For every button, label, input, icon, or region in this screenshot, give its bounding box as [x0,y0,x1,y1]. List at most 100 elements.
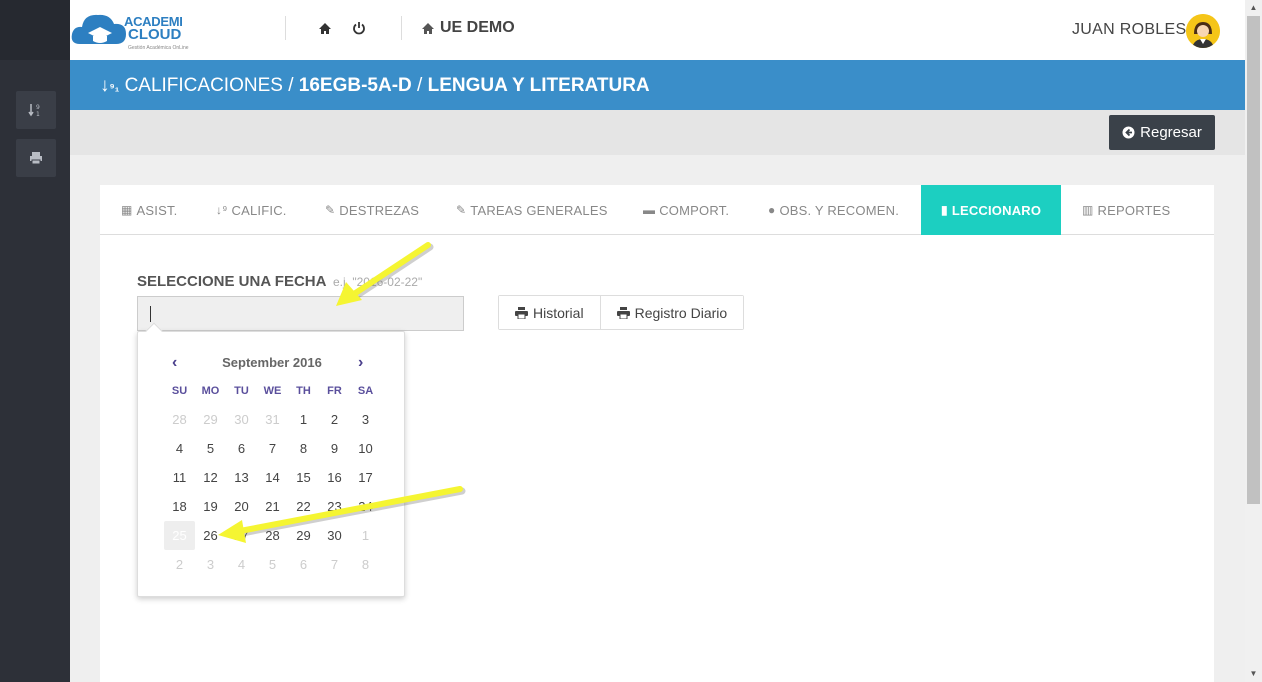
tab-label: TAREAS GENERALES [470,202,608,218]
calendar-day[interactable]: 6 [288,550,319,579]
scroll-up-icon[interactable]: ▲ [1245,0,1262,16]
calendar-day[interactable]: 5 [257,550,288,579]
calendar-day[interactable]: 12 [195,463,226,492]
registro-diario-label: Registro Diario [634,304,728,321]
calendar-day[interactable]: 6 [226,434,257,463]
school-name[interactable]: UE DEMO [440,19,515,37]
page-scrollbar[interactable]: ▲ ▼ [1245,0,1262,682]
action-toolbar: Regresar [70,110,1245,155]
registro-diario-button[interactable]: Registro Diario [599,296,744,329]
tab-bar: ▦ ASIST. ↓⁹ CALIFIC. ✎ DESTREZAS ✎ TAREAS GE… [100,185,1214,235]
tab-label: CALIFIC. [231,202,287,218]
tab-destrezas[interactable]: ✎ DESTREZAS [325,185,419,235]
historial-label: Historial [533,304,584,321]
text-cursor [150,306,151,322]
bar-chart-icon: ▥ [1082,203,1094,217]
sort-numeric-icon[interactable]: 91 [16,91,56,129]
calendar-day[interactable]: 25 [164,521,195,550]
calendar-day[interactable]: 20 [226,492,257,521]
calendar-day[interactable]: 24 [350,492,381,521]
datepicker-popup: ‹ September 2016 › SU MO TU WE TH FR SA 28 29 30 3… [137,322,406,597]
calendar-day[interactable]: 30 [226,405,257,434]
svg-text:9: 9 [36,104,40,111]
brand-logo[interactable]: ACADEMI CLOUD Gestión Académica OnLine [70,6,200,54]
header-divider [285,16,286,40]
calendar-day[interactable]: 7 [319,550,350,579]
calendar-day[interactable]: 13 [226,463,257,492]
comment-box-icon: ▬ [643,203,656,217]
calendar-day[interactable]: 10 [350,434,381,463]
print-icon [515,306,528,319]
header-divider [401,16,402,40]
report-button-group: Historial Registro Diario [498,295,745,330]
calendar-day[interactable]: 30 [319,521,350,550]
calendar-day[interactable]: 16 [319,463,350,492]
sidebar-header [0,0,70,60]
calendar-day[interactable]: 29 [195,405,226,434]
home-icon[interactable] [315,18,335,38]
calendar-day[interactable]: 7 [257,434,288,463]
calendar-day[interactable]: 3 [350,405,381,434]
back-button[interactable]: Regresar [1109,115,1215,150]
tab-comportamiento[interactable]: ▬ COMPORT. [643,185,729,235]
calendar-day[interactable]: 23 [319,492,350,521]
date-field-hint: e.j. "2016-02-22" [333,275,423,289]
tab-label: REPORTES [1097,202,1171,218]
calendar-day[interactable]: 8 [350,550,381,579]
calendar-day[interactable]: 19 [195,492,226,521]
date-field-label: SELECCIONE UNA FECHA [137,273,327,290]
calendar-day[interactable]: 31 [257,405,288,434]
calendar-day[interactable]: 14 [257,463,288,492]
sort-numeric-icon: ↓⁹ [216,203,228,217]
title-separator: / [417,75,423,96]
book-icon: ▮ [941,203,948,217]
tab-asistencia[interactable]: ▦ ASIST. [121,185,177,235]
calendar-day[interactable]: 4 [164,434,195,463]
tab-reportes[interactable]: ▥ REPORTES [1082,185,1170,235]
user-avatar[interactable] [1186,14,1220,48]
print-icon[interactable] [16,139,56,177]
calendar-day[interactable]: 27 [226,521,257,550]
calendar-day[interactable]: 15 [288,463,319,492]
power-icon[interactable] [349,18,369,38]
title-subject: LENGUA Y LITERATURA [427,75,650,96]
weekday-header: SU [171,385,188,397]
calendar-day[interactable]: 18 [164,492,195,521]
tab-leccionario[interactable]: ▮ LECCIONARO [921,185,1061,235]
title-section: CALIFICACIONES [124,75,283,96]
weekday-header: TH [296,385,311,397]
calendar-day[interactable]: 21 [257,492,288,521]
weekday-header: TU [234,385,249,397]
calendar-day[interactable]: 1 [288,405,319,434]
tab-tareas-generales[interactable]: ✎ TAREAS GENERALES [456,185,608,235]
calendar-day[interactable]: 8 [288,434,319,463]
calendar-day[interactable]: 11 [164,463,195,492]
edit-icon: ✎ [325,203,336,217]
calendar-day[interactable]: 26 [195,521,226,550]
top-header: ACADEMI CLOUD Gestión Académica OnLine U… [70,0,1245,60]
datepicker-month[interactable]: September 2016 [138,355,406,370]
calendar-day[interactable]: 5 [195,434,226,463]
title-separator: / [288,75,294,96]
calendar-day[interactable]: 28 [257,521,288,550]
calendar-day[interactable]: 17 [350,463,381,492]
historial-button[interactable]: Historial [499,296,600,329]
user-name[interactable]: JUAN ROBLES [1072,21,1186,39]
page-titlebar: ↓⁹₁ CALIFICACIONES / 16EGB-5A-D / LENGUA… [70,60,1245,110]
calendar-day[interactable]: 3 [195,550,226,579]
calendar-day[interactable]: 9 [319,434,350,463]
back-button-label: Regresar [1140,124,1202,141]
calendar-day[interactable]: 28 [164,405,195,434]
calendar-day[interactable]: 22 [288,492,319,521]
calendar-day[interactable]: 29 [288,521,319,550]
scroll-thumb[interactable] [1247,16,1260,504]
date-input[interactable] [137,296,464,331]
scroll-down-icon[interactable]: ▼ [1245,666,1262,682]
calendar-day[interactable]: 2 [319,405,350,434]
calendar-day[interactable]: 1 [350,521,381,550]
calendar-day[interactable]: 4 [226,550,257,579]
tab-observaciones[interactable]: ● OBS. Y RECOMEN. [768,185,899,235]
tab-calificaciones[interactable]: ↓⁹ CALIFIC. [216,185,287,235]
calendar-day[interactable]: 2 [164,550,195,579]
chevron-right-icon[interactable]: › [358,354,363,372]
